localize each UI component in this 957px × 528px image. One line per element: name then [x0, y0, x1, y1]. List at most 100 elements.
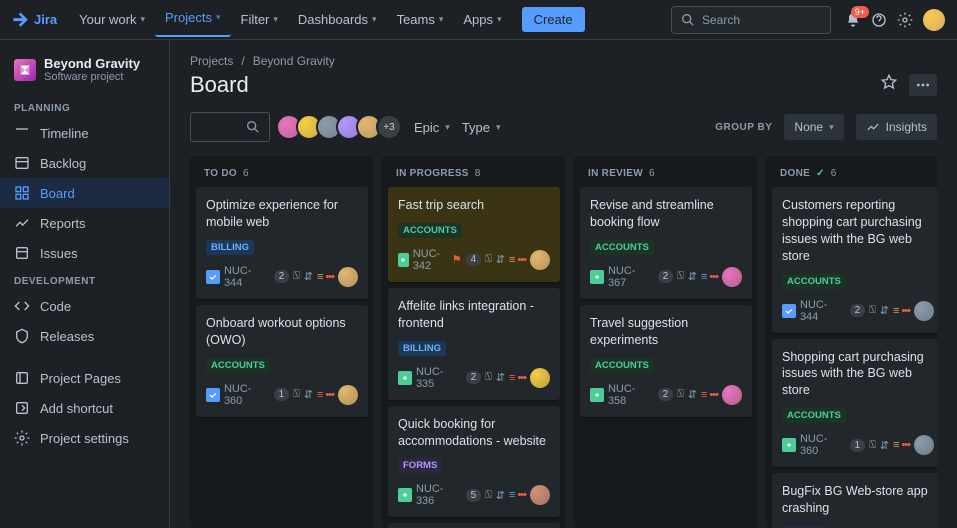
- assignee-avatar[interactable]: [530, 485, 550, 505]
- global-search[interactable]: Search: [671, 6, 831, 34]
- main: Projects / Beyond Gravity Board +3 Epic▾…: [170, 40, 957, 528]
- groupby-select[interactable]: None▾: [784, 114, 843, 140]
- insights-button[interactable]: Insights: [856, 114, 937, 140]
- user-avatar[interactable]: [923, 9, 945, 31]
- type-filter[interactable]: Type▾: [462, 120, 501, 135]
- assignee-avatar[interactable]: [338, 385, 358, 405]
- link-icon: ⇵: [496, 371, 505, 384]
- card[interactable]: Fast trip search ACCOUNTS NUC-342 ⚑ 4 ⍂ …: [388, 187, 560, 282]
- star-icon[interactable]: [881, 74, 897, 96]
- assignee-avatar[interactable]: [914, 301, 934, 321]
- nav-filter[interactable]: Filter▾: [231, 4, 288, 35]
- jira-logo[interactable]: Jira: [12, 11, 57, 29]
- sidebar-item-issues[interactable]: Issues: [0, 238, 169, 268]
- assignee-filter[interactable]: +3: [282, 114, 402, 140]
- card[interactable]: BugFix BG Web-store app crashing FORMS N…: [772, 473, 937, 528]
- project-header[interactable]: Beyond Gravity Software project: [0, 52, 169, 95]
- link-icon: ⇵: [880, 439, 889, 452]
- task-icon: [206, 270, 220, 284]
- sidebar-item-releases[interactable]: Releases: [0, 321, 169, 351]
- card[interactable]: Customers reporting shopping cart purcha…: [772, 187, 937, 333]
- create-button[interactable]: Create: [522, 7, 585, 32]
- card-label: ACCOUNTS: [398, 223, 462, 238]
- breadcrumb-projects[interactable]: Projects: [190, 54, 233, 68]
- sidebar-item-timeline[interactable]: Timeline: [0, 118, 169, 148]
- assignee-avatar[interactable]: [338, 267, 358, 287]
- card-label: ACCOUNTS: [590, 240, 654, 255]
- card-key: NUC-342 ⚑: [398, 248, 462, 272]
- nav-projects[interactable]: Projects▾: [155, 4, 231, 37]
- status-dots: •••: [901, 305, 910, 317]
- project-icon: [14, 59, 36, 81]
- sidebar-item-reports[interactable]: Reports: [0, 208, 169, 238]
- nav-apps[interactable]: Apps▾: [453, 4, 511, 35]
- card-label: FORMS: [398, 458, 442, 473]
- help-icon[interactable]: [871, 12, 887, 28]
- link-icon: ⇵: [496, 253, 505, 266]
- nav-teams[interactable]: Teams▾: [387, 4, 454, 35]
- card-key: NUC-358: [590, 383, 654, 407]
- board-search[interactable]: [190, 112, 270, 142]
- assignee-avatar[interactable]: [530, 368, 550, 388]
- assignee-avatar[interactable]: [722, 385, 742, 405]
- priority-icon: ≡: [893, 305, 897, 317]
- subtask-icon: ⍂: [485, 371, 492, 384]
- assignee-avatar[interactable]: [530, 250, 550, 270]
- notifications-icon[interactable]: 9+: [845, 12, 861, 28]
- sidebar-item-board[interactable]: Board: [0, 178, 169, 208]
- status-dots: •••: [517, 489, 526, 501]
- assignee-avatar[interactable]: [914, 435, 934, 455]
- card-label: ACCOUNTS: [782, 274, 846, 289]
- card-key: NUC-336: [398, 483, 462, 507]
- card[interactable]: Affelite links integration - frontend BI…: [388, 288, 560, 400]
- column-header: DONE✓6: [772, 162, 937, 181]
- card[interactable]: Travel suggestion experiments ACCOUNTS N…: [580, 305, 752, 417]
- more-icon[interactable]: [909, 74, 937, 96]
- card-key: NUC-367: [590, 265, 654, 289]
- breadcrumb: Projects / Beyond Gravity: [190, 54, 937, 68]
- settings-icon[interactable]: [897, 12, 913, 28]
- assignee-avatar[interactable]: [722, 267, 742, 287]
- card[interactable]: Onboard workout options (OWO) ACCOUNTS N…: [196, 305, 368, 417]
- nav-dashboards[interactable]: Dashboards▾: [288, 4, 387, 35]
- status-dots: •••: [517, 254, 526, 266]
- sidebar-item-add-shortcut[interactable]: Add shortcut: [0, 393, 169, 423]
- card-title: Affelite links integration - frontend: [398, 298, 550, 332]
- card[interactable]: Optimize experience for mobile web BILLI…: [196, 187, 368, 299]
- breadcrumb-project[interactable]: Beyond Gravity: [253, 54, 335, 68]
- estimate: 2: [850, 304, 866, 317]
- card[interactable]: Revise and streamline booking flow ACCOU…: [580, 187, 752, 299]
- card[interactable]: Quick booking for accommodations - websi…: [388, 406, 560, 518]
- project-name: Beyond Gravity: [44, 56, 140, 71]
- sidebar-item-project-settings[interactable]: Project settings: [0, 423, 169, 453]
- card-title: BugFix BG Web-store app crashing: [782, 483, 934, 517]
- epic-filter[interactable]: Epic▾: [414, 120, 450, 135]
- status-dots: •••: [901, 439, 910, 451]
- estimate: 2: [658, 270, 674, 283]
- sidebar-item-code[interactable]: Code: [0, 291, 169, 321]
- avatar-more[interactable]: +3: [376, 114, 402, 140]
- subtask-icon: ⍂: [293, 270, 300, 283]
- card[interactable]: Shopping cart purchasing issues with the…: [772, 339, 937, 468]
- story-icon: [782, 438, 796, 452]
- sidebar-item-project-pages[interactable]: Project Pages: [0, 363, 169, 393]
- subtask-icon: ⍂: [677, 270, 684, 283]
- card[interactable]: Adapt web app no new payments provider F…: [388, 523, 560, 528]
- subtask-icon: ⍂: [485, 489, 492, 502]
- estimate: 2: [658, 388, 674, 401]
- sidebar-item-backlog[interactable]: Backlog: [0, 148, 169, 178]
- story-icon: [398, 253, 409, 267]
- flag-icon: ⚑: [452, 253, 462, 266]
- card-label: ACCOUNTS: [590, 358, 654, 373]
- card-title: Shopping cart purchasing issues with the…: [782, 349, 934, 400]
- card-title: Onboard workout options (OWO): [206, 315, 358, 349]
- status-dots: •••: [709, 389, 718, 401]
- priority-icon: ≡: [701, 271, 705, 283]
- link-icon: ⇵: [880, 304, 889, 317]
- story-icon: [398, 488, 412, 502]
- column-to-do: TO DO6 Optimize experience for mobile we…: [190, 156, 374, 528]
- nav-your-work[interactable]: Your work▾: [69, 4, 155, 35]
- estimate: 1: [850, 439, 866, 452]
- task-icon: [206, 388, 220, 402]
- card-key: NUC-344: [206, 265, 270, 289]
